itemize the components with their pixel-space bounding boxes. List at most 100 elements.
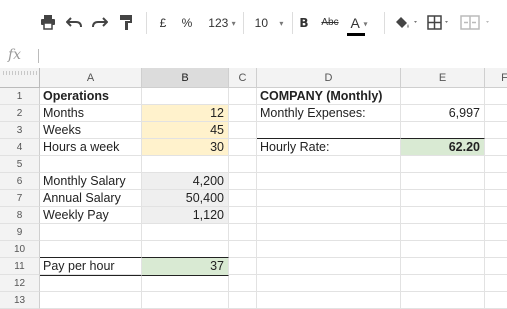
grid-cell[interactable] [40,241,142,258]
row-header-3[interactable]: 3 [0,122,40,139]
grid-cell[interactable] [401,224,485,241]
column-header-a[interactable]: A [40,68,142,88]
grid-cell[interactable] [142,88,229,105]
grid-cell[interactable] [401,275,485,292]
strikethrough-button[interactable]: Abc [318,14,342,32]
grid-cell[interactable] [229,258,257,275]
grid-cell[interactable] [257,173,401,190]
cell-b3[interactable]: 45 [142,122,229,139]
grid-cell[interactable] [142,292,229,309]
text-color-button[interactable]: A ▾ [344,14,374,36]
borders-button[interactable] [424,14,452,32]
row-header-9[interactable]: 9 [0,224,40,241]
column-header-b[interactable]: B [142,68,229,88]
grid-cell[interactable] [485,224,507,241]
row-header-13[interactable]: 13 [0,292,40,309]
grid-cell[interactable] [485,241,507,258]
cell-b2[interactable]: 12 [142,105,229,122]
grid-cell[interactable] [229,105,257,122]
cell-b4[interactable]: 30 [142,139,229,156]
cell-b8[interactable]: 1,120 [142,207,229,224]
number-format-dropdown[interactable]: 123 ▾ [202,14,242,32]
grid-cell[interactable] [229,241,257,258]
grid-cell[interactable] [142,275,229,292]
undo-icon[interactable] [66,14,84,32]
grid-cell[interactable] [401,156,485,173]
row-header-6[interactable]: 6 [0,173,40,190]
cell-d2[interactable]: Monthly Expenses: [257,105,401,122]
row-header-4[interactable]: 4 [0,139,40,156]
cell-b11[interactable]: 37 [142,257,229,276]
grid-cell[interactable] [40,275,142,292]
row-header-12[interactable]: 12 [0,275,40,292]
grid-cell[interactable] [229,224,257,241]
cell-a11[interactable]: Pay per hour [40,257,142,276]
grid-cell[interactable] [229,156,257,173]
merge-cells-button[interactable] [458,14,498,32]
grid-cell[interactable] [40,156,142,173]
cell-d1[interactable]: COMPANY (Monthly) [257,88,401,105]
grid-cell[interactable] [142,224,229,241]
grid-cell[interactable] [257,122,401,139]
paint-format-icon[interactable] [118,14,136,32]
cell-b6[interactable]: 4,200 [142,173,229,190]
column-header-d[interactable]: D [257,68,401,88]
cell-a3[interactable]: Weeks [40,122,142,139]
print-icon[interactable] [40,14,58,32]
grid-cell[interactable] [257,207,401,224]
bold-button[interactable]: B [298,14,310,32]
grid-cell[interactable] [485,105,507,122]
grid-cell[interactable] [229,173,257,190]
grid-cell[interactable] [257,258,401,275]
cell-a4[interactable]: Hours a week [40,139,142,156]
grid-cell[interactable] [229,88,257,105]
column-header-c[interactable]: C [229,68,257,88]
grid-cell[interactable] [485,275,507,292]
row-header-5[interactable]: 5 [0,156,40,173]
grid-cell[interactable] [485,122,507,139]
row-header-1[interactable]: 1 [0,88,40,105]
grid-cell[interactable] [229,207,257,224]
grid-cell[interactable] [229,275,257,292]
grid-cell[interactable] [485,258,507,275]
row-header-11[interactable]: 11 [0,258,40,275]
column-header-f[interactable]: F [485,68,507,88]
cell-e4[interactable]: 62.20 [401,138,485,156]
grid-cell[interactable] [485,190,507,207]
grid-cell[interactable] [229,190,257,207]
grid-cell[interactable] [257,275,401,292]
row-header-7[interactable]: 7 [0,190,40,207]
grid-cell[interactable] [229,122,257,139]
grid-cell[interactable] [229,292,257,309]
font-size-dropdown[interactable]: 10 ▾ [248,14,290,32]
grid-cell[interactable] [257,190,401,207]
grid-cell[interactable] [401,258,485,275]
cell-a6[interactable]: Monthly Salary [40,173,142,190]
row-header-10[interactable]: 10 [0,241,40,258]
grid-cell[interactable] [257,241,401,258]
cell-a2[interactable]: Months [40,105,142,122]
cell-e2[interactable]: 6,997 [401,105,485,122]
grid-cell[interactable] [401,241,485,258]
grid-cell[interactable] [257,292,401,309]
grid-cell[interactable] [401,173,485,190]
grid-cell[interactable] [401,190,485,207]
cell-a7[interactable]: Annual Salary [40,190,142,207]
grid-cell[interactable] [40,224,142,241]
fill-color-button[interactable] [392,14,420,32]
grid-cell[interactable] [485,139,507,156]
currency-button[interactable]: £ [156,14,170,32]
grid-cell[interactable] [485,173,507,190]
select-all-corner[interactable] [0,68,40,88]
grid-cell[interactable] [257,224,401,241]
grid-cell[interactable] [142,156,229,173]
grid-cell[interactable] [401,207,485,224]
column-header-e[interactable]: E [401,68,485,88]
cell-b7[interactable]: 50,400 [142,190,229,207]
grid-cell[interactable] [142,241,229,258]
grid-cell[interactable] [401,122,485,139]
percent-button[interactable]: % [180,14,194,32]
row-header-8[interactable]: 8 [0,207,40,224]
cell-a1[interactable]: Operations [40,88,142,105]
grid-cell[interactable] [401,88,485,105]
